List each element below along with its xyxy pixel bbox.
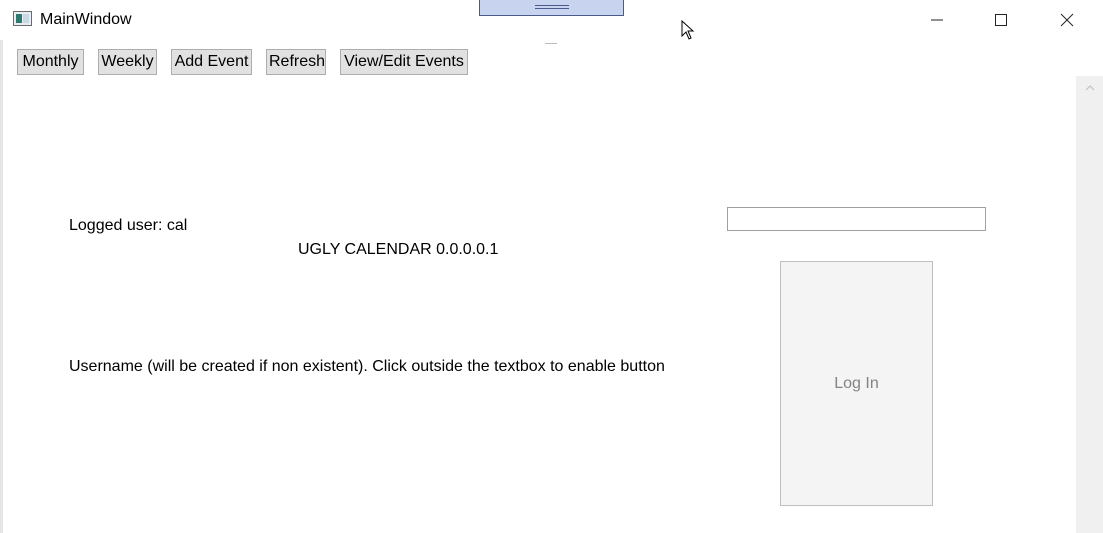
logged-user-label: Logged user: cal bbox=[69, 217, 188, 234]
drag-handle-grip-line bbox=[535, 5, 569, 6]
window-left-edge bbox=[0, 40, 3, 533]
refresh-button[interactable]: Refresh bbox=[266, 49, 326, 75]
minimize-icon bbox=[931, 19, 943, 21]
maximize-button[interactable] bbox=[971, 0, 1031, 40]
close-button[interactable] bbox=[1037, 0, 1097, 40]
maximize-icon bbox=[995, 14, 1007, 26]
app-window-icon bbox=[13, 11, 32, 26]
scroll-up-arrow-icon[interactable] bbox=[1076, 78, 1103, 98]
view-edit-events-button[interactable]: View/Edit Events bbox=[340, 49, 468, 75]
username-input[interactable] bbox=[727, 207, 986, 231]
weekly-button[interactable]: Weekly bbox=[98, 49, 157, 75]
drag-marker bbox=[545, 43, 557, 44]
monthly-button[interactable]: Monthly bbox=[17, 49, 84, 75]
drag-handle[interactable] bbox=[479, 0, 624, 16]
drag-handle-grip-line bbox=[535, 8, 569, 9]
window-title: MainWindow bbox=[40, 11, 132, 28]
username-hint-label: Username (will be created if non existen… bbox=[69, 358, 665, 375]
minimize-button[interactable] bbox=[907, 0, 967, 40]
login-button[interactable]: Log In bbox=[780, 261, 933, 506]
close-icon bbox=[1060, 13, 1074, 27]
add-event-button[interactable]: Add Event bbox=[171, 49, 252, 75]
mouse-pointer-icon bbox=[681, 20, 695, 40]
vertical-scrollbar[interactable] bbox=[1076, 76, 1103, 533]
app-title-label: UGLY CALENDAR 0.0.0.0.1 bbox=[298, 241, 499, 258]
